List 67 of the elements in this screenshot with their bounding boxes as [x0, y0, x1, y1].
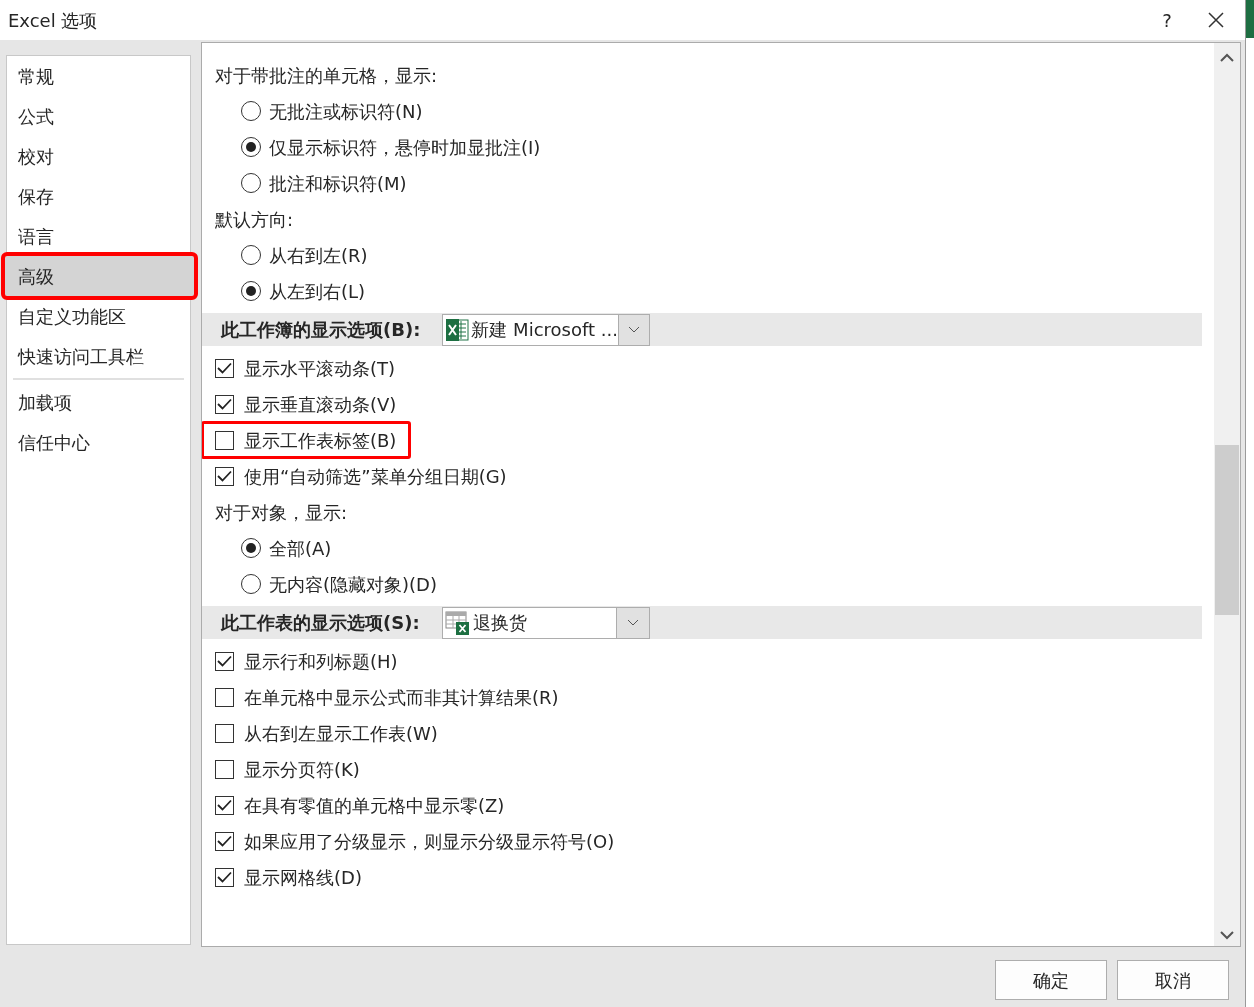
checkbox[interactable] [215, 394, 234, 414]
radio-button[interactable] [241, 173, 261, 193]
group-label: 对于对象，显示: [215, 500, 348, 525]
dropdown-value: 退换货 [472, 611, 528, 635]
worksheet-icon [444, 609, 471, 636]
checkbox-label[interactable]: 使用“自动筛选”菜单分组日期(G) [244, 462, 507, 490]
scroll-down-icon[interactable] [1220, 931, 1234, 940]
radio-button[interactable] [241, 281, 261, 301]
section-title: 此工作簿的显示选项(B): [221, 318, 421, 342]
window-title: Excel 选项 [8, 8, 98, 33]
checkbox[interactable] [215, 723, 234, 743]
dialog-button[interactable]: 确定 [995, 960, 1107, 1000]
radio-label[interactable]: 无批注或标识符(N) [269, 97, 423, 125]
radio-button[interactable] [241, 101, 261, 121]
radio-label[interactable]: 从右到左(R) [269, 241, 368, 269]
checkbox[interactable] [215, 795, 234, 815]
checkbox-label[interactable]: 显示网格线(D) [244, 863, 362, 891]
checkbox[interactable] [215, 831, 234, 851]
checkbox[interactable] [215, 867, 234, 887]
checkbox-label[interactable]: 从右到左显示工作表(W) [244, 719, 438, 747]
spreadsheet-icon [445, 317, 470, 342]
radio-button[interactable] [241, 137, 261, 157]
sidebar-item[interactable]: 加载项 [7, 382, 190, 422]
radio-button[interactable] [241, 245, 261, 265]
sidebar-item[interactable]: 校对 [7, 136, 190, 176]
checkbox-label[interactable]: 显示行和列标题(H) [244, 647, 398, 675]
checkbox[interactable] [215, 651, 234, 671]
chevron-down-icon [626, 619, 639, 626]
checkbox-label[interactable]: 显示分页符(K) [244, 755, 360, 783]
sidebar-item[interactable]: 自定义功能区 [7, 296, 190, 336]
section-title: 此工作表的显示选项(S): [221, 611, 420, 635]
checkbox-label[interactable]: 显示垂直滚动条(V) [244, 390, 397, 418]
sidebar-item[interactable]: 语言 [7, 216, 190, 256]
scrollbar[interactable] [1214, 43, 1240, 946]
radio-label[interactable]: 从左到右(L) [269, 277, 366, 305]
scroll-thumb[interactable] [1215, 445, 1239, 615]
radio-button[interactable] [241, 574, 261, 594]
checkbox-label[interactable]: 如果应用了分级显示，则显示分级显示符号(O) [244, 827, 615, 855]
group-label: 对于带批注的单元格，显示: [215, 63, 438, 88]
sidebar-item[interactable]: 保存 [7, 176, 190, 216]
group-label: 默认方向: [215, 207, 294, 232]
sidebar-item[interactable]: 公式 [7, 96, 190, 136]
radio-label[interactable]: 全部(A) [269, 534, 332, 562]
sidebar-item[interactable]: 常规 [7, 56, 190, 96]
checkbox[interactable] [215, 466, 234, 486]
checkbox[interactable] [215, 358, 234, 378]
checkbox[interactable] [215, 687, 234, 707]
dropdown[interactable]: 退换货 [441, 606, 650, 639]
scroll-up-icon[interactable] [1220, 53, 1234, 62]
dropdown-value: 新建 Microsoft ... [471, 318, 618, 342]
checkbox-label[interactable]: 显示水平滚动条(T) [244, 354, 396, 382]
close-icon [1208, 12, 1224, 28]
sidebar-item[interactable]: 快速访问工具栏 [7, 336, 190, 376]
radio-button[interactable] [241, 538, 261, 558]
checkbox[interactable] [215, 430, 234, 450]
dialog-button[interactable]: 取消 [1117, 960, 1229, 1000]
checkbox-label[interactable]: 在具有零值的单元格中显示零(Z) [244, 791, 505, 819]
radio-label[interactable]: 无内容(隐藏对象)(D) [269, 570, 437, 598]
dropdown[interactable]: 新建 Microsoft ... [442, 313, 651, 346]
checkbox-label[interactable]: 显示工作表标签(B) [244, 426, 397, 454]
radio-label[interactable]: 仅显示标识符，悬停时加显批注(I) [269, 133, 541, 161]
chevron-down-icon [628, 326, 641, 333]
checkbox[interactable] [215, 759, 234, 779]
sidebar-item[interactable]: 信任中心 [7, 422, 190, 462]
radio-label[interactable]: 批注和标识符(M) [269, 169, 407, 197]
help-button[interactable]: ? [1147, 0, 1187, 40]
checkbox-label[interactable]: 在单元格中显示公式而非其计算结果(R) [244, 683, 559, 711]
